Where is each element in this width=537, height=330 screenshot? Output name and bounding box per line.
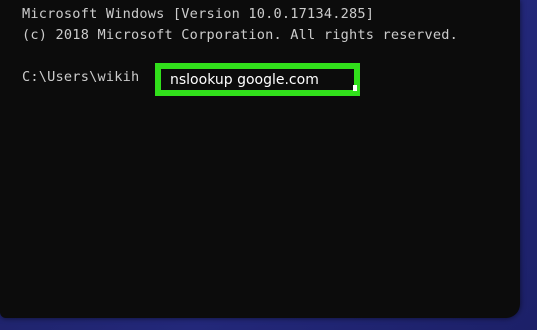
highlighted-command-box: nslookup google.com	[155, 63, 360, 96]
command-prompt-path: C:\Users\wikih	[22, 69, 140, 85]
version-line: Microsoft Windows [Version 10.0.17134.28…	[22, 6, 375, 22]
copyright-line: (c) 2018 Microsoft Corporation. All righ…	[22, 27, 458, 43]
typed-command[interactable]: nslookup google.com	[170, 72, 319, 88]
command-prompt-window[interactable]: Microsoft Windows [Version 10.0.17134.28…	[0, 0, 520, 318]
text-cursor	[353, 85, 357, 91]
